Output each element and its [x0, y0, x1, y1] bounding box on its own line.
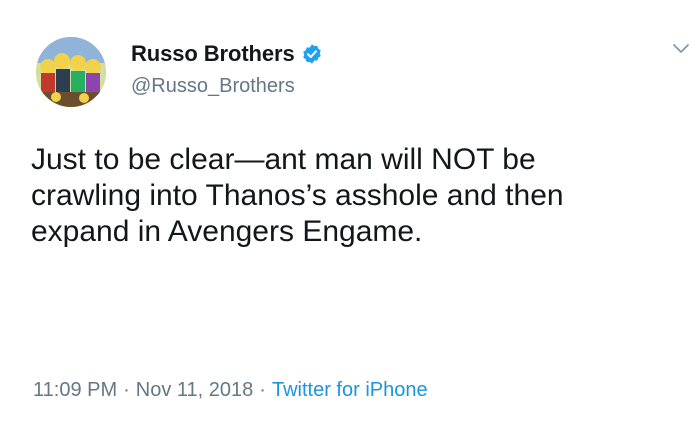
tweet-text-line: expand in Avengers Engame.: [31, 215, 423, 248]
display-name[interactable]: Russo Brothers: [131, 41, 295, 67]
tweet-card: Russo Brothers @Russo_Brothers Just to b…: [0, 0, 700, 437]
tweet-text-line: Just to be clear—ant man will NOT be: [31, 143, 536, 176]
verified-badge-icon: [301, 43, 323, 65]
author-name-row[interactable]: Russo Brothers: [131, 41, 323, 67]
separator: ·: [123, 379, 130, 401]
user-handle[interactable]: @Russo_Brothers: [131, 75, 295, 98]
avatar-image: [36, 37, 106, 107]
tweet-date[interactable]: Nov 11, 2018: [136, 379, 254, 401]
tweet-source-link[interactable]: Twitter for iPhone: [272, 379, 428, 401]
tweet-text: Just to be clear—ant man will NOT be cra…: [31, 142, 671, 250]
separator: ·: [259, 379, 266, 401]
tweet-metadata: 11:09 PM · Nov 11, 2018 · Twitter for iPhone: [33, 379, 428, 402]
tweet-time[interactable]: 11:09 PM: [33, 379, 117, 401]
chevron-down-icon[interactable]: [671, 42, 691, 56]
tweet-text-line: crawling into Thanos’s asshole and then: [31, 179, 564, 212]
avatar[interactable]: [36, 37, 106, 107]
